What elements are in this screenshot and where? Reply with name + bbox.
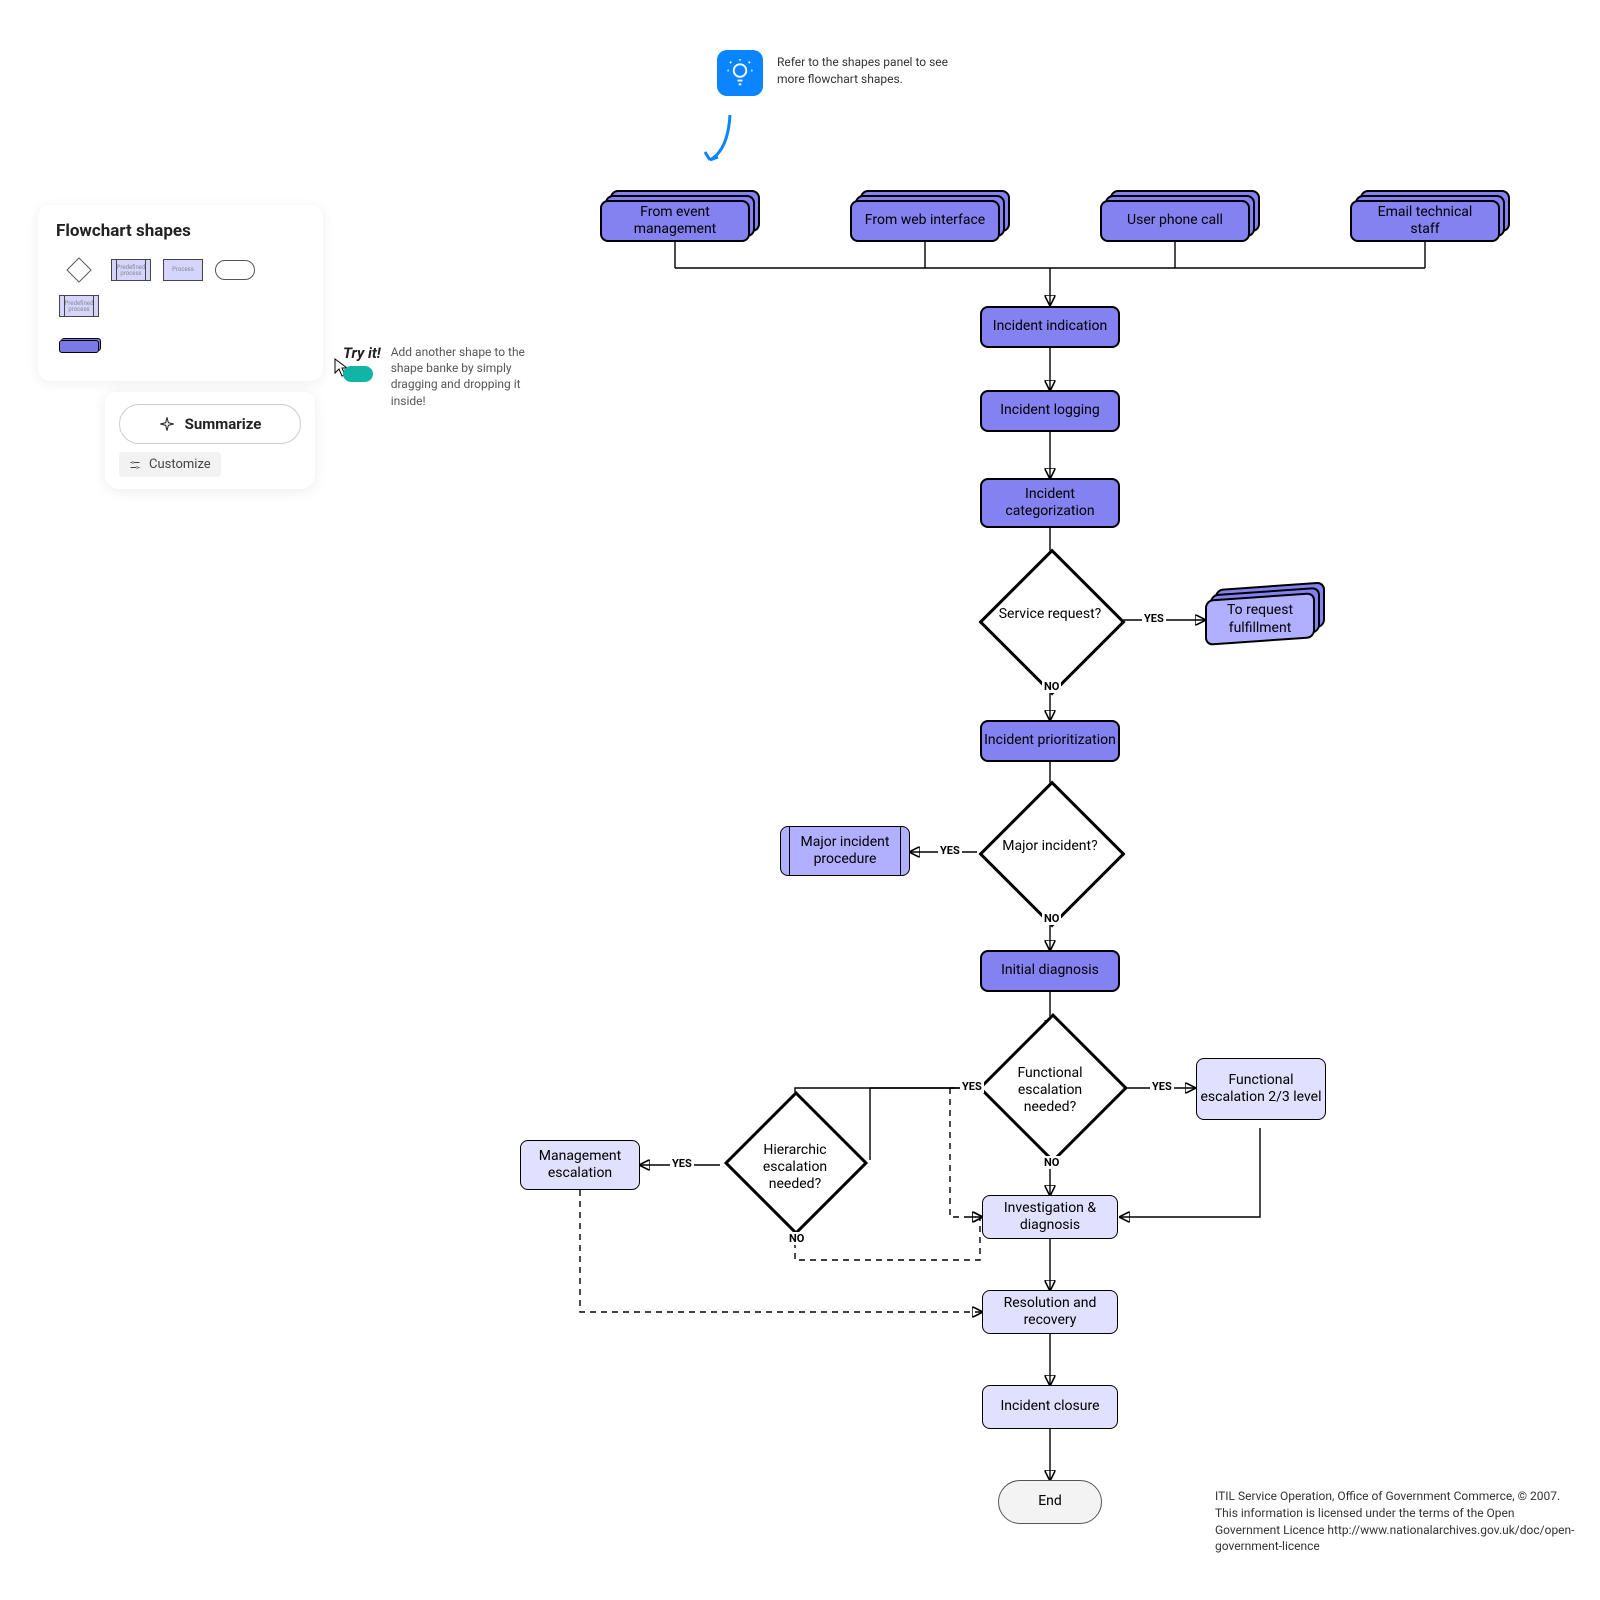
node-major-incident-procedure[interactable]: Major incident procedure [780, 826, 910, 876]
node-resolution-recovery[interactable]: Resolution and recovery [982, 1290, 1118, 1334]
tip-arrow-icon [700, 110, 740, 170]
shape-process[interactable]: Process [160, 255, 206, 285]
summarize-label: Summarize [185, 415, 262, 433]
summarize-panel: Summarize Customize [105, 392, 315, 489]
lightbulb-icon [717, 50, 763, 96]
tip-callout: Refer to the shapes panel to see more fl… [717, 50, 957, 96]
node-hierarchic-escalation-decision[interactable] [724, 1091, 868, 1235]
shape-predefined-process[interactable]: Predefined process [108, 255, 154, 285]
shapes-panel[interactable]: Flowchart shapes Predefined process Proc… [38, 205, 323, 381]
node-functional-escalation-decision[interactable] [978, 1013, 1128, 1163]
label-no-2: NO [1042, 912, 1061, 925]
node-incident-logging[interactable]: Incident logging [980, 390, 1120, 432]
label-yes-3: YES [1150, 1080, 1174, 1093]
shape-stacked[interactable] [56, 331, 102, 361]
node-incident-categorization[interactable]: Incident categorization [980, 478, 1120, 528]
diagram-canvas[interactable]: Refer to the shapes panel to see more fl… [0, 0, 1600, 1600]
node-investigation-diagnosis[interactable]: Investigation & diagnosis [982, 1195, 1118, 1239]
try-it-pill-shape[interactable] [343, 366, 373, 382]
node-service-request-decision[interactable] [978, 548, 1125, 695]
node-initial-diagnosis[interactable]: Initial diagnosis [980, 950, 1120, 992]
node-from-web-interface[interactable]: From web interface [850, 200, 1000, 242]
customize-label: Customize [149, 457, 211, 472]
label-yes-1: YES [1142, 612, 1166, 625]
node-incident-indication[interactable]: Incident indication [980, 306, 1120, 348]
node-end[interactable]: End [998, 1480, 1102, 1524]
try-it-title: Try it! [343, 344, 381, 362]
shape-decision[interactable] [56, 255, 102, 285]
sliders-icon [129, 459, 141, 471]
node-user-phone-call[interactable]: User phone call [1100, 200, 1250, 242]
tip-text: Refer to the shapes panel to see more fl… [777, 50, 957, 88]
node-major-incident-decision[interactable] [978, 780, 1125, 927]
node-management-escalation[interactable]: Management escalation [520, 1140, 640, 1190]
customize-button[interactable]: Customize [119, 452, 221, 477]
label-yes-4: YES [960, 1080, 984, 1093]
summarize-button[interactable]: Summarize [119, 404, 301, 444]
node-from-event-management[interactable]: From event management [600, 200, 750, 242]
label-no-4: NO [787, 1232, 806, 1245]
citation-text: ITIL Service Operation, Office of Govern… [1215, 1488, 1575, 1555]
shapes-panel-title: Flowchart shapes [56, 221, 305, 241]
node-to-request-fulfillment[interactable]: To request fulfillment [1205, 592, 1315, 646]
try-it-text: Add another shape to the shape banke by … [391, 344, 551, 409]
sparkle-icon [159, 416, 175, 432]
shape-terminator[interactable] [212, 255, 258, 285]
shape-predefined-process-2[interactable]: Predefined process [56, 291, 102, 321]
try-it-callout: Try it! Add another shape to the shape b… [343, 344, 551, 409]
node-functional-escalation-23[interactable]: Functional escalation 2/3 level [1196, 1058, 1326, 1120]
label-no-3: NO [1042, 1156, 1061, 1169]
node-incident-closure[interactable]: Incident closure [982, 1385, 1118, 1429]
node-email-technical-staff[interactable]: Email technical staff [1350, 200, 1500, 242]
label-yes-2: YES [938, 844, 962, 857]
node-incident-prioritization[interactable]: Incident prioritization [980, 720, 1120, 762]
label-yes-5: YES [670, 1157, 694, 1170]
label-no-1: NO [1042, 680, 1061, 693]
